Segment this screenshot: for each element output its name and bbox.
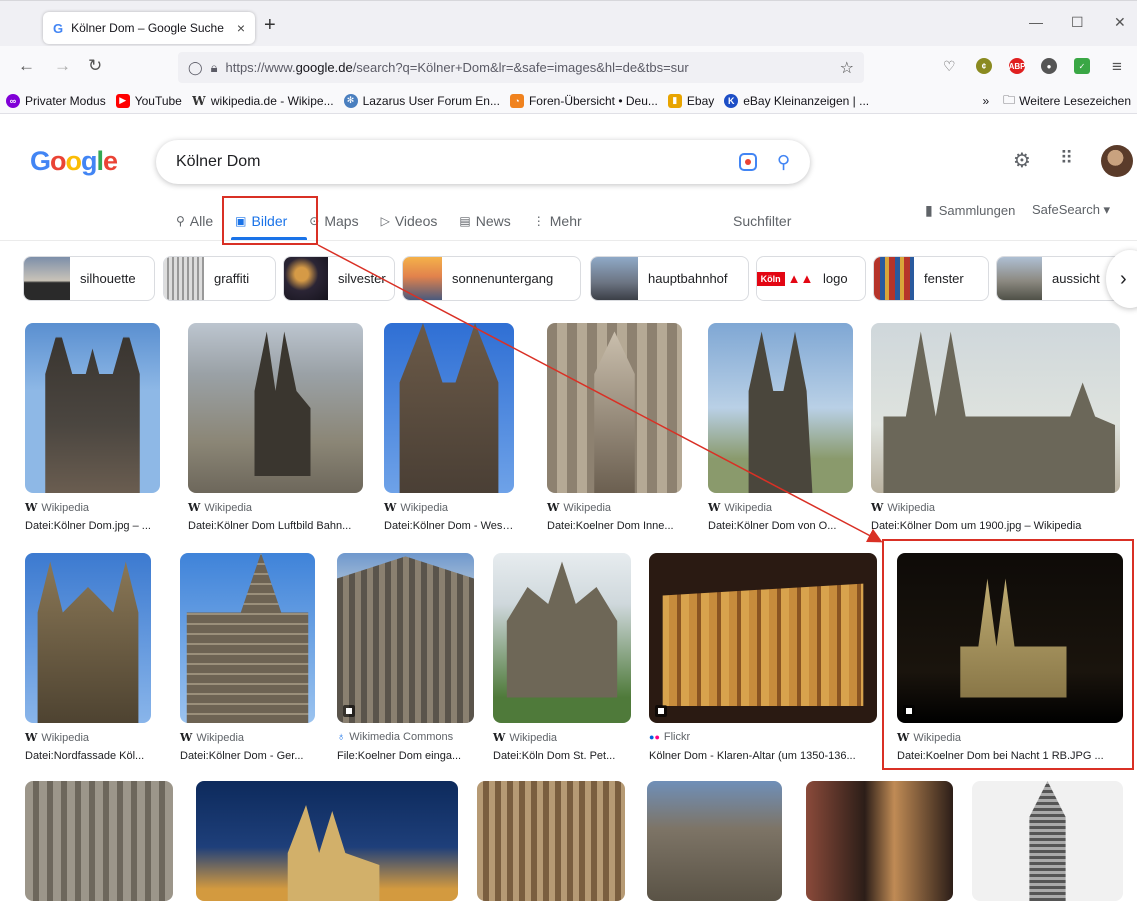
annotation-arrow [317,244,883,543]
annotation-arrow-line [317,244,883,543]
